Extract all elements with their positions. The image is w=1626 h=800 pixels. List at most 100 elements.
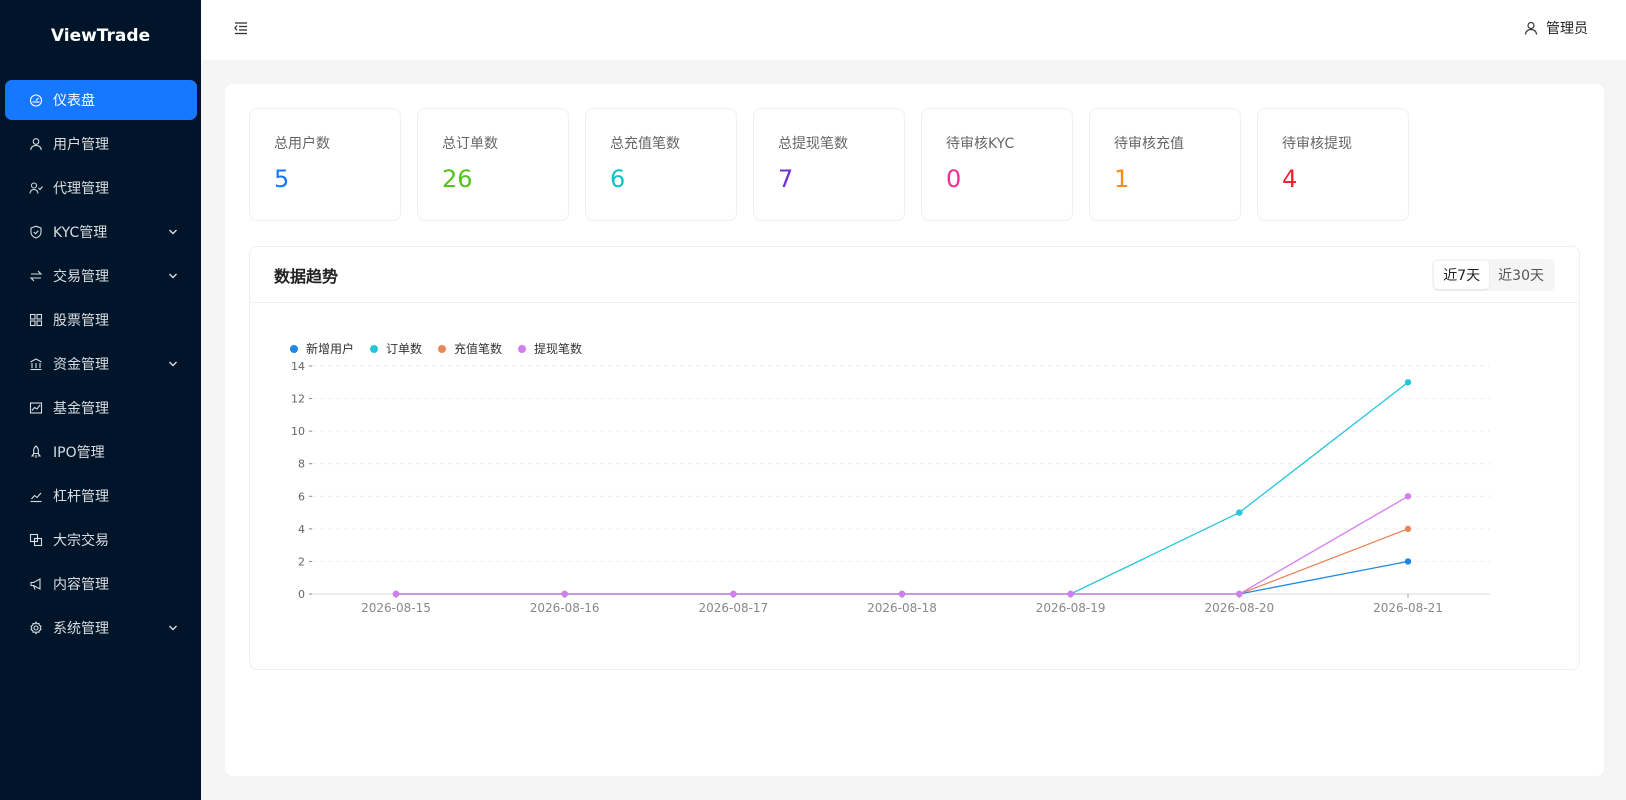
sidebar-item-6[interactable]: 资金管理: [5, 344, 197, 384]
trend-card: 数据趋势 近7天 近30天 新增用户 订单数 充值笔数 提现笔数 0 2 4 6 8 10 12 14…: [249, 246, 1580, 670]
sidebar-item-label: 基金管理: [53, 401, 109, 417]
brand-logo[interactable]: ViewTrade: [0, 0, 201, 72]
legend-item[interactable]: 新增用户: [290, 340, 354, 357]
legend-label: 新增用户: [306, 342, 355, 356]
sidebar-item-5[interactable]: 股票管理: [5, 300, 197, 340]
legend-dot: [518, 344, 527, 353]
sidebar-item-label: 资金管理: [53, 357, 109, 373]
data-point: [1236, 590, 1243, 598]
sidebar-item-8[interactable]: IPO管理: [5, 432, 197, 472]
y-tick-label: 10: [291, 425, 305, 438]
y-tick-label: 4: [298, 523, 305, 536]
agent-icon: [29, 181, 43, 195]
data-point: [1404, 379, 1412, 386]
series-line: [396, 560, 1409, 595]
series-line: [396, 381, 1409, 595]
rocket-icon: [29, 445, 43, 459]
range-option-1[interactable]: 近30天: [1489, 261, 1553, 289]
top-header: 管理员: [201, 0, 1626, 60]
x-tick-label: 2026-08-16: [530, 601, 600, 615]
legend-item[interactable]: 订单数: [370, 340, 422, 357]
range-option-0[interactable]: 近7天: [1434, 260, 1490, 289]
stat-card: 待审核KYC 0: [921, 108, 1073, 221]
stat-label: 总充值笔数: [610, 136, 680, 152]
x-tick-label: 2026-08-19: [1036, 601, 1106, 615]
sidebar-item-11[interactable]: 内容管理: [5, 564, 197, 604]
stat-value: 4: [1282, 165, 1298, 193]
sidebar-item-label: 系统管理: [53, 621, 109, 637]
menu-fold-icon[interactable]: [233, 20, 249, 36]
sidebar-menu: 仪表盘用户管理代理管理 KYC管理交易管理股票管理资金管理基金管理 IPO管理杠杆管…: [0, 72, 201, 660]
stat-card: 总充值笔数 6: [585, 108, 737, 221]
stat-value: 5: [274, 165, 290, 193]
chart-legend: 新增用户 订单数 充值笔数 提现笔数: [290, 340, 582, 357]
stat-card: 待审核提现 4: [1257, 108, 1409, 221]
line-chart-icon: [29, 489, 43, 503]
stat-card: 总提现笔数 7: [753, 108, 905, 221]
main-content: 总用户数 5 总订单数 26 总充值笔数 6 总提现笔数 7 待审核KYC 0 待审核充值 1 待审核提…: [225, 84, 1604, 776]
shield-icon: [29, 225, 43, 239]
sidebar-item-12[interactable]: 系统管理: [5, 608, 197, 648]
stat-label: 总提现笔数: [778, 136, 848, 152]
sidebar-item-label: 股票管理: [53, 313, 109, 329]
sidebar-item-label: 内容管理: [53, 577, 109, 593]
x-tick-label: 2026-08-21: [1373, 601, 1443, 615]
trend-title: 数据趋势: [274, 266, 339, 286]
stat-label: 待审核充值: [1114, 136, 1184, 152]
user-name: 管理员: [1546, 21, 1588, 37]
sidebar-item-label: 交易管理: [53, 269, 109, 285]
data-point: [730, 590, 737, 598]
sidebar-item-9[interactable]: 杠杆管理: [5, 476, 197, 516]
stat-label: 待审核KYC: [946, 136, 1015, 152]
stat-value: 6: [610, 165, 626, 193]
x-tick-label: 2026-08-20: [1204, 601, 1274, 615]
y-tick-label: 0: [298, 588, 305, 601]
legend-item[interactable]: 提现笔数: [518, 340, 582, 357]
stat-card: 待审核充值 1: [1089, 108, 1241, 221]
sidebar-item-7[interactable]: 基金管理: [5, 388, 197, 428]
trend-header: 数据趋势 近7天 近30天: [250, 247, 1579, 303]
sidebar-item-1[interactable]: 用户管理: [5, 124, 197, 164]
legend-dot: [438, 344, 447, 353]
swap-icon: [29, 269, 43, 283]
range-selector: 近7天 近30天: [1432, 258, 1555, 291]
legend-item[interactable]: 充值笔数: [438, 340, 502, 357]
chevron-down-icon: [167, 270, 179, 282]
data-point: [1067, 590, 1074, 598]
chevron-down-icon: [167, 622, 179, 634]
dashboard-icon: [29, 93, 43, 107]
data-point: [392, 590, 400, 598]
gear-icon: [29, 621, 43, 635]
sidebar-item-label: 用户管理: [53, 137, 109, 153]
data-point: [1404, 525, 1412, 533]
trend-chart: 新增用户 订单数 充值笔数 提现笔数 0 2 4 6 8 10 12 14 2026-08-15 202…: [250, 304, 1579, 669]
sidebar-item-label: 仪表盘: [53, 93, 95, 109]
stat-value: 26: [442, 165, 473, 193]
data-point: [1404, 493, 1412, 500]
sidebar-item-label: 杠杆管理: [53, 489, 109, 505]
sidebar-item-label: 大宗交易: [53, 533, 109, 549]
legend-dot: [290, 344, 298, 353]
grid-icon: [29, 313, 43, 327]
sidebar-item-2[interactable]: 代理管理: [5, 168, 197, 208]
sidebar-item-0[interactable]: 仪表盘: [5, 80, 197, 120]
stat-value: 7: [778, 165, 794, 193]
legend-dot: [370, 344, 379, 353]
sidebar-item-3[interactable]: KYC管理: [5, 212, 197, 252]
sidebar-item-label: 代理管理: [53, 181, 109, 197]
x-tick-label: 2026-08-15: [361, 601, 431, 615]
y-tick-label: 8: [298, 458, 305, 471]
sidebar-item-10[interactable]: 大宗交易: [5, 520, 197, 560]
y-tick-label: 12: [291, 393, 305, 406]
series-line: [396, 495, 1409, 595]
y-tick-label: 2: [298, 555, 305, 568]
sidebar-item-label: IPO管理: [53, 445, 105, 461]
fund-chart-icon: [29, 401, 43, 415]
data-point: [1404, 558, 1412, 565]
user-menu[interactable]: 管理员: [1524, 18, 1588, 38]
sidebar-item-4[interactable]: 交易管理: [5, 256, 197, 296]
x-tick-label: 2026-08-17: [698, 601, 768, 615]
stat-card: 总订单数 26: [417, 108, 569, 221]
chart-svg: 0 2 4 6 8 10 12 14 2026-08-15 2026-08-16 2026-08-1…: [291, 360, 1490, 615]
data-point: [561, 590, 568, 598]
